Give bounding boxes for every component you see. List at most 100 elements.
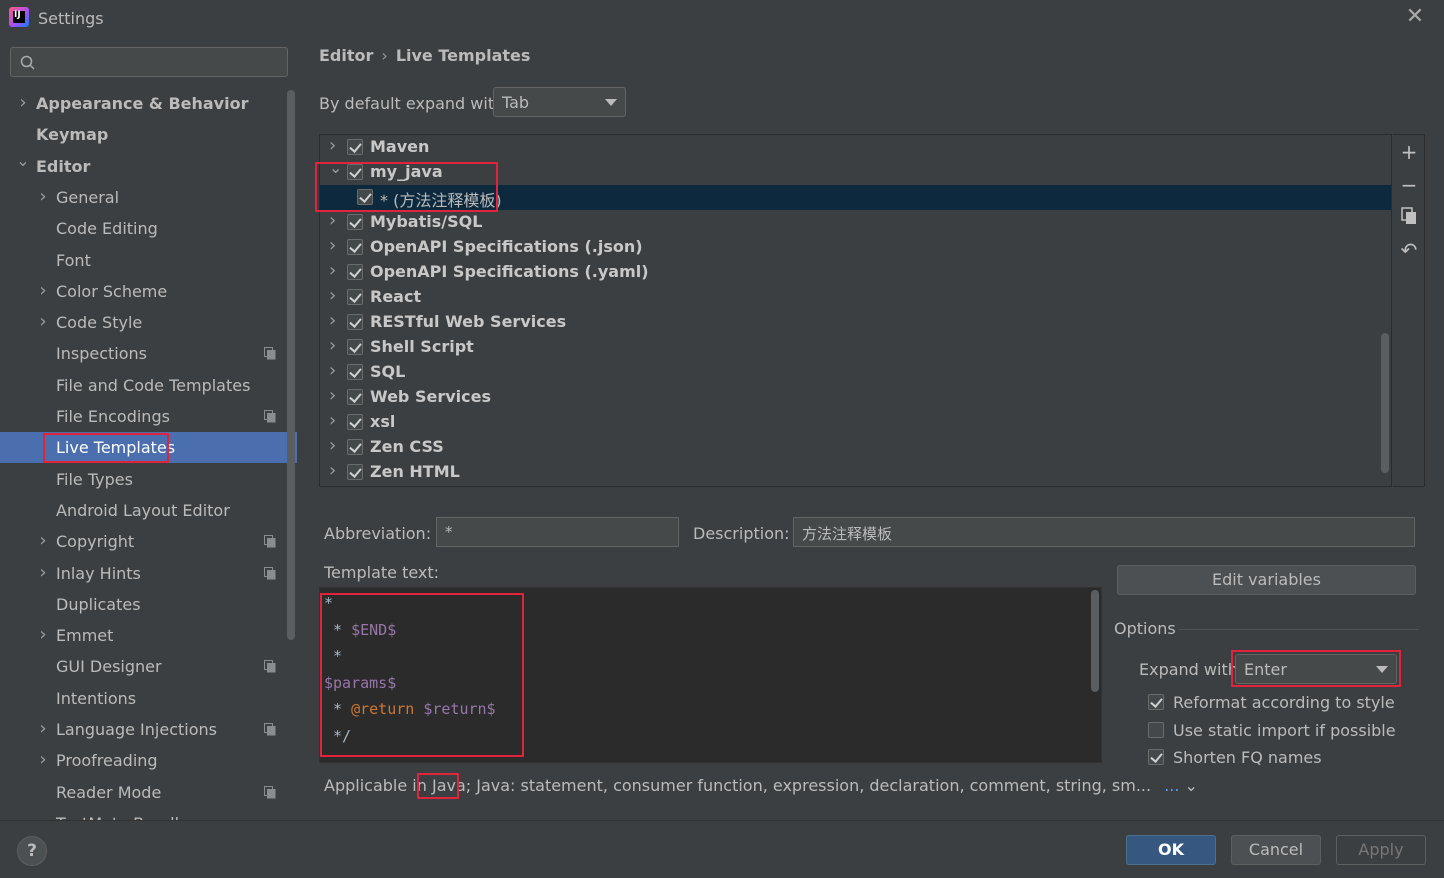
edit-variables-button[interactable]: Edit variables xyxy=(1117,565,1416,595)
chevron-right-icon[interactable]: › xyxy=(329,335,336,356)
sidebar-item-file-types[interactable]: File Types xyxy=(0,464,297,495)
templates-scrollbar[interactable] xyxy=(1381,333,1389,473)
chevron-right-icon[interactable]: › xyxy=(329,135,336,156)
template-group-sql[interactable]: › SQL xyxy=(320,360,1391,385)
option-checkbox[interactable] xyxy=(1148,721,1164,738)
sidebar-item-label: GUI Designer xyxy=(56,657,162,676)
sidebar-item-code-style[interactable]: › Code Style xyxy=(0,307,297,338)
sidebar-item-file-and-code-templates[interactable]: File and Code Templates xyxy=(0,370,297,401)
template-group-react[interactable]: › React xyxy=(320,285,1391,310)
editor-scrollbar[interactable] xyxy=(1091,590,1099,692)
template-enabled-checkbox[interactable] xyxy=(347,339,363,355)
sidebar-item-proofreading[interactable]: › Proofreading xyxy=(0,745,297,776)
template-group-maven[interactable]: › Maven xyxy=(320,135,1391,160)
template-enabled-checkbox[interactable] xyxy=(347,364,363,380)
chevron-right-icon[interactable]: › xyxy=(329,460,336,481)
option-checkbox[interactable] xyxy=(1148,749,1164,765)
chevron-right-icon[interactable]: › xyxy=(16,94,30,112)
template-group-restful-web-services[interactable]: › RESTful Web Services xyxy=(320,310,1391,335)
sidebar-item-android-layout-editor[interactable]: Android Layout Editor xyxy=(0,495,297,526)
sidebar-item-inspections[interactable]: Inspections xyxy=(0,338,297,369)
abbreviation-field[interactable]: * xyxy=(436,517,679,547)
remove-icon[interactable]: − xyxy=(1399,175,1419,195)
add-icon[interactable]: + xyxy=(1399,142,1419,162)
breadcrumb-parent[interactable]: Editor xyxy=(319,46,373,65)
option-reformat-according-to-style[interactable]: Reformat according to style xyxy=(1148,693,1408,715)
chevron-right-icon[interactable]: › xyxy=(329,260,336,281)
chevron-right-icon[interactable]: › xyxy=(36,313,50,331)
apply-button[interactable]: Apply xyxy=(1336,835,1426,865)
chevron-right-icon[interactable]: › xyxy=(329,435,336,456)
template-label: SQL xyxy=(370,362,406,381)
sidebar-item-intentions[interactable]: Intentions xyxy=(0,683,297,714)
chevron-right-icon[interactable]: › xyxy=(36,626,50,644)
sidebar-item-language-injections[interactable]: › Language Injections xyxy=(0,714,297,745)
ok-button[interactable]: OK xyxy=(1126,835,1216,865)
template-group-mybatis-sql[interactable]: › Mybatis/SQL xyxy=(320,210,1391,235)
sidebar-item-editor[interactable]: ⌄ Editor xyxy=(0,151,297,182)
template-enabled-checkbox[interactable] xyxy=(347,314,363,330)
chevron-right-icon[interactable]: › xyxy=(36,282,50,300)
sidebar-item-inlay-hints[interactable]: › Inlay Hints xyxy=(0,558,297,589)
template-group-zen-html[interactable]: › Zen HTML xyxy=(320,460,1391,485)
chevron-down-icon[interactable]: ⌄ xyxy=(16,153,30,169)
sidebar-item-duplicates[interactable]: Duplicates xyxy=(0,589,297,620)
template-enabled-checkbox[interactable] xyxy=(347,439,363,455)
template-group-openapi-specifications-json[interactable]: › OpenAPI Specifications (.json) xyxy=(320,235,1391,260)
template-group-openapi-specifications-yaml[interactable]: › OpenAPI Specifications (.yaml) xyxy=(320,260,1391,285)
sidebar-item-color-scheme[interactable]: › Color Scheme xyxy=(0,276,297,307)
applicable-more-link[interactable]: ... xyxy=(1164,776,1179,795)
sidebar-scrollbar[interactable] xyxy=(287,90,295,640)
chevron-right-icon[interactable]: › xyxy=(36,532,50,550)
sidebar-item-gui-designer[interactable]: GUI Designer xyxy=(0,651,297,682)
chevron-right-icon[interactable]: › xyxy=(329,235,336,256)
close-icon[interactable]: ✕ xyxy=(1404,6,1426,28)
sidebar-item-general[interactable]: › General xyxy=(0,182,297,213)
sidebar-item-file-encodings[interactable]: File Encodings xyxy=(0,401,297,432)
restore-icon[interactable]: ↶ xyxy=(1399,240,1419,260)
template-enabled-checkbox[interactable] xyxy=(347,464,363,480)
template-enabled-checkbox[interactable] xyxy=(347,389,363,405)
option-checkbox[interactable] xyxy=(1148,694,1164,710)
sidebar-item-label: File Encodings xyxy=(56,407,170,426)
template-enabled-checkbox[interactable] xyxy=(347,214,363,230)
chevron-right-icon[interactable]: › xyxy=(36,751,50,769)
options-divider xyxy=(1179,629,1419,630)
chevron-right-icon[interactable]: › xyxy=(36,720,50,738)
sidebar-item-appearance-behavior[interactable]: › Appearance & Behavior xyxy=(0,88,297,119)
chevron-right-icon[interactable]: › xyxy=(329,310,336,331)
help-button[interactable]: ? xyxy=(17,836,47,866)
template-group-shell-script[interactable]: › Shell Script xyxy=(320,335,1391,360)
template-enabled-checkbox[interactable] xyxy=(347,264,363,280)
sidebar-item-textmate-bundles[interactable]: TextMate Bundles xyxy=(0,808,297,820)
template-enabled-checkbox[interactable] xyxy=(347,139,363,155)
default-expand-select[interactable]: Tab xyxy=(493,87,626,117)
template-group-xsl[interactable]: › xsl xyxy=(320,410,1391,435)
chevron-right-icon[interactable]: › xyxy=(329,210,336,231)
template-group-web-services[interactable]: › Web Services xyxy=(320,385,1391,410)
option-use-static-import-if-possible[interactable]: Use static import if possible xyxy=(1148,721,1408,743)
sidebar-item-live-templates[interactable]: Live Templates xyxy=(0,432,297,463)
chevron-right-icon[interactable]: › xyxy=(329,360,336,381)
template-enabled-checkbox[interactable] xyxy=(347,239,363,255)
template-group-zen-css[interactable]: › Zen CSS xyxy=(320,435,1391,460)
chevron-right-icon[interactable]: › xyxy=(329,285,336,306)
description-field[interactable]: 方法注释模板 xyxy=(793,517,1415,547)
chevron-down-icon[interactable]: ⌄ xyxy=(1185,776,1198,795)
template-enabled-checkbox[interactable] xyxy=(347,289,363,305)
chevron-right-icon[interactable]: › xyxy=(36,188,50,206)
chevron-right-icon[interactable]: › xyxy=(329,385,336,406)
template-enabled-checkbox[interactable] xyxy=(347,414,363,430)
sidebar-item-emmet[interactable]: › Emmet xyxy=(0,620,297,651)
cancel-button[interactable]: Cancel xyxy=(1231,835,1321,865)
sidebar-item-code-editing[interactable]: Code Editing xyxy=(0,213,297,244)
search-input[interactable] xyxy=(10,47,288,77)
sidebar-item-font[interactable]: Font xyxy=(0,245,297,276)
chevron-right-icon[interactable]: › xyxy=(36,564,50,582)
sidebar-item-copyright[interactable]: › Copyright xyxy=(0,526,297,557)
sidebar-item-reader-mode[interactable]: Reader Mode xyxy=(0,777,297,808)
option-shorten-fq-names[interactable]: Shorten FQ names xyxy=(1148,748,1408,770)
copy-icon[interactable] xyxy=(1399,207,1419,227)
chevron-right-icon[interactable]: › xyxy=(329,410,336,431)
sidebar-item-keymap[interactable]: Keymap xyxy=(0,119,297,150)
